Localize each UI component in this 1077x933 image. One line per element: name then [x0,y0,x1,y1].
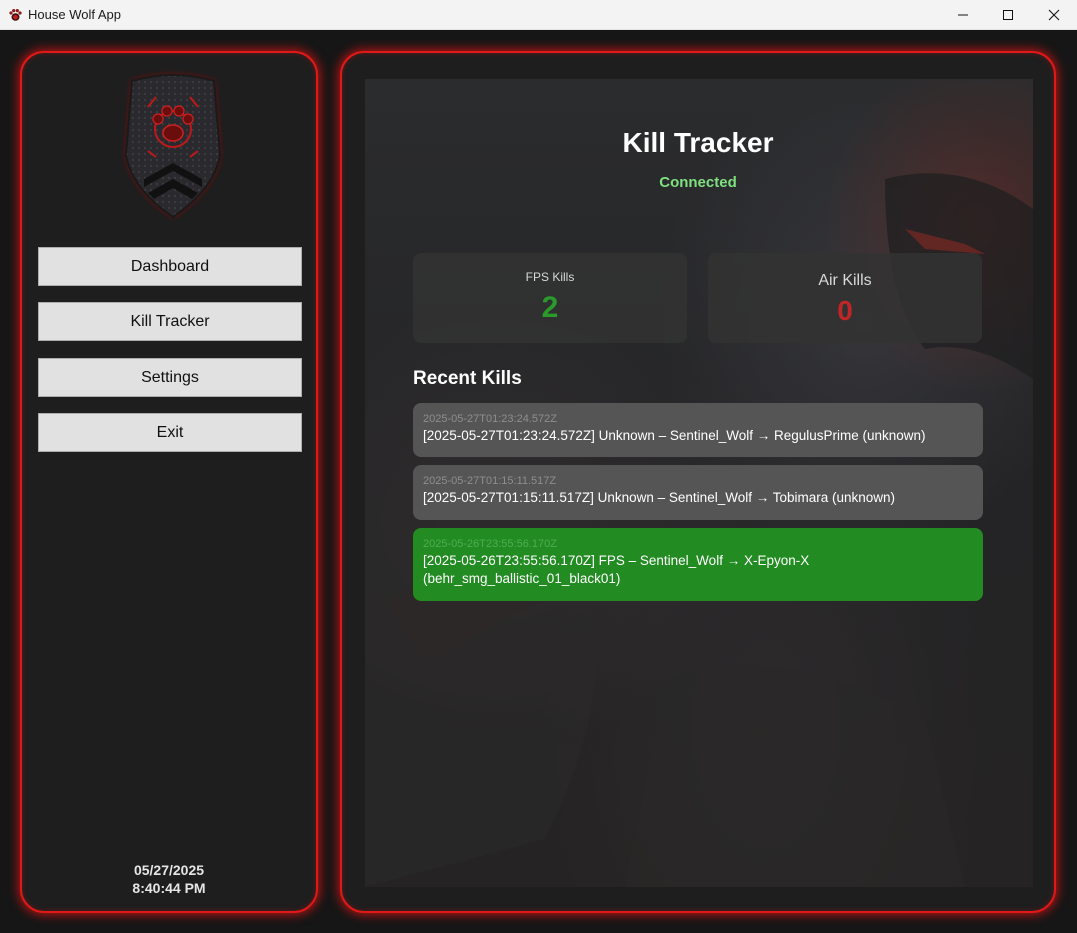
nav-dashboard-button[interactable]: Dashboard [38,247,302,286]
close-button[interactable] [1031,0,1077,30]
kill-timestamp: 2025-05-27T01:23:24.572Z [423,413,557,425]
maximize-button[interactable] [985,0,1031,30]
main-panel: Kill Tracker Connected FPS Kills 2 Air K… [340,51,1056,913]
minimize-button[interactable] [940,0,986,30]
clock-time: 8:40:44 PM [132,880,206,896]
fps-kills-card: FPS Kills 2 [413,253,687,343]
connection-status: Connected [659,174,737,191]
close-icon [1048,9,1060,21]
window-title: House Wolf App [28,7,121,22]
fps-kills-value: 2 [541,291,559,324]
kill-list-item: 2025-05-26T23:55:56.170Z [2025-05-26T23:… [413,528,983,601]
clock: 05/27/2025 8:40:44 PM [22,861,316,897]
recent-kills-heading: Recent Kills [413,368,522,389]
maximize-icon [1003,10,1013,20]
kill-timestamp: 2025-05-27T01:15:11.517Z [423,475,557,487]
fps-kills-label: FPS Kills [525,270,575,284]
app-body: Dashboard Kill Tracker Settings Exit 05/… [0,30,1077,933]
air-kills-label: Air Kills [818,272,872,289]
window-titlebar: House Wolf App [0,0,1077,30]
kill-description: [2025-05-27T01:15:11.517Z] Unknown – Sen… [423,490,896,505]
minimize-icon [958,14,968,16]
nav-kill-tracker-button[interactable]: Kill Tracker [38,302,302,341]
kill-description: [2025-05-26T23:55:56.170Z] FPS – Sentine… [423,553,810,586]
clock-date: 05/27/2025 [133,862,205,878]
nav-exit-button[interactable]: Exit [38,413,302,452]
kill-list-item: 2025-05-27T01:15:11.517Z [2025-05-27T01:… [413,465,983,520]
wolf-paw-app-icon [9,8,22,22]
page-title: Kill Tracker [622,127,774,158]
kill-list-item: 2025-05-27T01:23:24.572Z [2025-05-27T01:… [413,403,983,457]
sidebar: Dashboard Kill Tracker Settings Exit 05/… [20,51,318,913]
air-kills-card: Air Kills 0 [708,253,982,343]
kill-description: [2025-05-27T01:23:24.572Z] Unknown – Sen… [423,428,926,443]
air-kills-value: 0 [837,295,853,326]
nav-settings-button[interactable]: Settings [38,358,302,397]
house-wolf-shield-logo [118,67,228,223]
kill-timestamp: 2025-05-26T23:55:56.170Z [423,538,557,550]
